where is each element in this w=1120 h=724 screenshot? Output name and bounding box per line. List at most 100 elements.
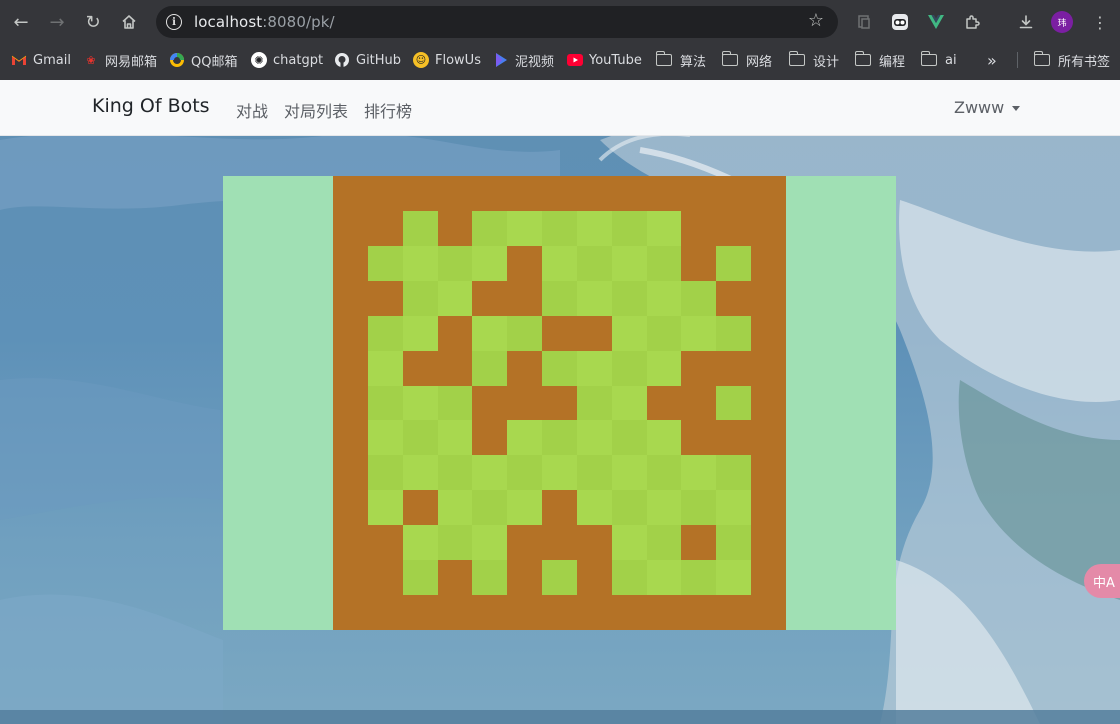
grass-cell bbox=[681, 560, 717, 596]
vue-devtools-icon[interactable] bbox=[924, 10, 948, 34]
grass-cell bbox=[402, 245, 438, 281]
github-icon bbox=[334, 52, 350, 68]
wall-cell bbox=[437, 315, 473, 351]
nav-link-record[interactable]: 对局列表 bbox=[284, 98, 348, 122]
download-icon[interactable] bbox=[1014, 10, 1038, 34]
wall-cell bbox=[611, 176, 647, 211]
extension-eyes-icon[interactable] bbox=[888, 10, 912, 34]
grass-cell bbox=[611, 455, 647, 491]
grass-cell bbox=[367, 490, 403, 526]
bookmark-flowus[interactable]: ☺ FlowUs bbox=[413, 50, 481, 70]
browser-chrome: ← → ↻ i localhost:8080/pk/ ☆ 玮 ⋮ Gmail ❀… bbox=[0, 0, 1120, 80]
home-icon bbox=[122, 15, 136, 29]
playground bbox=[223, 176, 896, 630]
wall-cell bbox=[681, 420, 717, 456]
grass-cell bbox=[716, 455, 752, 491]
grass-cell bbox=[681, 315, 717, 351]
wall-cell bbox=[507, 245, 543, 281]
wall-cell bbox=[716, 210, 752, 246]
bookmark-netease-mail[interactable]: ❀ 网易邮箱 bbox=[83, 50, 157, 70]
translate-badge[interactable]: 中A bbox=[1084, 564, 1120, 598]
wall-cell bbox=[681, 350, 717, 386]
user-dropdown[interactable]: Zwww bbox=[954, 98, 1021, 117]
brand-link[interactable]: King Of Bots bbox=[92, 95, 210, 117]
wall-cell bbox=[681, 176, 717, 211]
grass-cell bbox=[402, 315, 438, 351]
wall-cell bbox=[333, 560, 368, 596]
bookmarks-divider bbox=[1017, 52, 1018, 68]
bookmark-all-bookmarks[interactable]: 所有书签 bbox=[1033, 50, 1110, 70]
bookmark-qq-mail[interactable]: QQ邮箱 bbox=[169, 50, 237, 70]
folder-icon bbox=[788, 51, 805, 66]
bookmark-github[interactable]: GitHub bbox=[334, 50, 401, 70]
home-button[interactable] bbox=[115, 8, 143, 36]
bookmark-chatgpt[interactable]: ✺ chatgpt bbox=[251, 50, 323, 70]
wall-cell bbox=[472, 420, 508, 456]
grass-cell bbox=[542, 280, 577, 316]
grass-cell bbox=[472, 455, 508, 491]
wall-cell bbox=[333, 176, 368, 211]
grass-cell bbox=[507, 490, 543, 526]
wall-cell bbox=[716, 176, 752, 211]
nav-link-pk[interactable]: 对战 bbox=[236, 98, 268, 122]
wall-cell bbox=[402, 490, 438, 526]
wall-cell bbox=[333, 210, 368, 246]
wall-cell bbox=[542, 525, 577, 561]
wall-cell bbox=[437, 595, 473, 630]
nav-link-ranklist[interactable]: 排行榜 bbox=[364, 98, 412, 122]
wall-cell bbox=[751, 210, 786, 246]
extensions-puzzle-icon[interactable] bbox=[960, 10, 984, 34]
grass-cell bbox=[472, 490, 508, 526]
grass-cell bbox=[437, 490, 473, 526]
navbar: King Of Bots 对战 对局列表 排行榜 Zwww bbox=[0, 80, 1120, 136]
bookmark-youtube[interactable]: YouTube bbox=[567, 50, 642, 70]
browser-toolbar: ← → ↻ i localhost:8080/pk/ ☆ 玮 ⋮ bbox=[0, 0, 1120, 44]
wall-cell bbox=[333, 385, 368, 421]
kebab-menu-icon[interactable]: ⋮ bbox=[1088, 10, 1112, 34]
forward-button[interactable]: → bbox=[43, 8, 71, 36]
grass-cell bbox=[472, 245, 508, 281]
netease-mail-icon: ❀ bbox=[86, 53, 96, 67]
bookmark-folder-network[interactable]: 网络 bbox=[721, 50, 772, 70]
back-button[interactable]: ← bbox=[7, 8, 35, 36]
wall-cell bbox=[367, 525, 403, 561]
wall-cell bbox=[402, 176, 438, 211]
tab-search-icon[interactable] bbox=[852, 10, 876, 34]
wall-cell bbox=[542, 490, 577, 526]
bookmark-folder-algorithms[interactable]: 算法 bbox=[655, 50, 706, 70]
username: Zwww bbox=[954, 98, 1005, 117]
wall-cell bbox=[751, 176, 786, 211]
wall-cell bbox=[402, 350, 438, 386]
grass-cell bbox=[716, 385, 752, 421]
reload-button[interactable]: ↻ bbox=[79, 8, 107, 36]
bookmark-star-icon[interactable]: ☆ bbox=[808, 10, 824, 31]
grass-cell bbox=[646, 280, 682, 316]
wall-cell bbox=[751, 455, 786, 491]
site-info-icon[interactable]: i bbox=[166, 14, 182, 30]
grass-cell bbox=[576, 280, 612, 316]
grass-cell bbox=[542, 420, 577, 456]
grass-cell bbox=[507, 455, 543, 491]
grass-cell bbox=[472, 525, 508, 561]
bookmark-video[interactable]: 泥视频 bbox=[493, 50, 554, 70]
grass-cell bbox=[611, 560, 647, 596]
wall-cell bbox=[751, 315, 786, 351]
wall-cell bbox=[507, 280, 543, 316]
wall-cell bbox=[437, 560, 473, 596]
wall-cell bbox=[507, 595, 543, 630]
address-bar[interactable]: i localhost:8080/pk/ ☆ bbox=[156, 6, 838, 38]
grass-cell bbox=[611, 420, 647, 456]
bookmarks-overflow-button[interactable]: » bbox=[987, 50, 997, 70]
bookmark-folder-ai[interactable]: ai bbox=[920, 50, 957, 70]
grass-cell bbox=[542, 455, 577, 491]
grass-cell bbox=[437, 385, 473, 421]
bookmark-label: chatgpt bbox=[273, 52, 324, 68]
grass-cell bbox=[402, 560, 438, 596]
bookmark-folder-design[interactable]: 设计 bbox=[788, 50, 839, 70]
profile-avatar[interactable]: 玮 bbox=[1051, 11, 1073, 33]
grass-cell bbox=[646, 490, 682, 526]
grass-cell bbox=[367, 315, 403, 351]
bookmark-gmail[interactable]: Gmail bbox=[11, 50, 71, 70]
wall-cell bbox=[437, 210, 473, 246]
bookmark-folder-programming[interactable]: 编程 bbox=[854, 50, 905, 70]
